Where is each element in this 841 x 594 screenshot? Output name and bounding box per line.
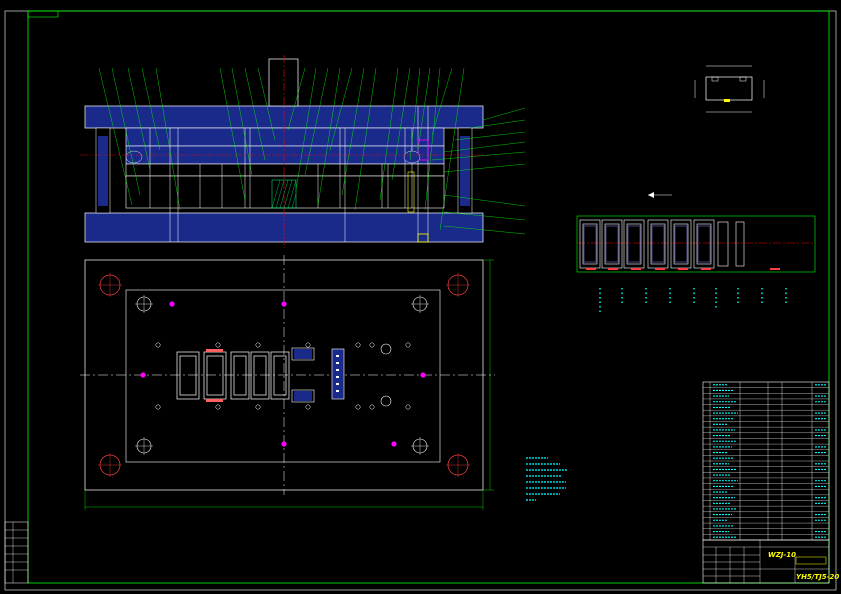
die-plate: [125, 175, 445, 209]
part-code: YH5/TJ5-20: [796, 573, 839, 581]
die-shank: [268, 58, 299, 107]
spring-left: [125, 150, 143, 164]
part-tab: [724, 99, 730, 102]
opening-accent-bottom: [206, 399, 223, 402]
spring-right: [403, 150, 421, 164]
trim-block-lower-fill: [294, 391, 312, 401]
cad-drawing-sheet: WZJ-10 YH5/TJ5-20: [0, 0, 841, 594]
gap-zone: [125, 163, 445, 177]
guide-post-right-inner: [460, 136, 470, 206]
guide-post-left-inner: [98, 136, 108, 206]
stripper-plate: [125, 145, 445, 165]
punch-holder-plate: [125, 127, 445, 147]
trim-block-upper-fill: [294, 349, 312, 359]
opening-accent-top: [206, 349, 223, 352]
drawing-number: WZJ-10: [768, 551, 796, 559]
